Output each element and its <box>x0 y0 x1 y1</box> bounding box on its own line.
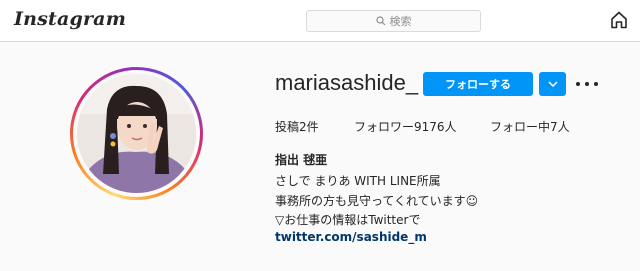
top-navigation-bar: Instagram 検索 <box>0 0 640 42</box>
suggested-accounts-dropdown-button[interactable] <box>539 72 566 96</box>
search-icon <box>375 16 385 26</box>
avatar-story-ring[interactable] <box>70 67 203 200</box>
posts-count: 投稿2件 <box>275 120 319 134</box>
home-icon[interactable] <box>609 10 629 30</box>
more-dot <box>594 82 598 86</box>
instagram-logo[interactable]: Instagram <box>14 8 126 30</box>
following-count[interactable]: フォロー中7人 <box>490 118 570 135</box>
search-input[interactable]: 検索 <box>306 10 481 32</box>
search-placeholder: 検索 <box>389 15 412 28</box>
bio-line: さしで まりあ WITH LINE所属 <box>275 174 441 188</box>
bio-external-link[interactable]: twitter.com/sashide_m <box>275 230 427 244</box>
more-dot <box>576 82 580 86</box>
bio-line: 事務所の方も見守ってくれています☺ <box>275 194 479 208</box>
chevron-down-icon <box>547 81 558 87</box>
bio-line: ▽お仕事の情報はTwitterで <box>275 213 421 227</box>
follow-button[interactable]: フォローする <box>423 72 533 96</box>
avatar-photo <box>77 74 196 193</box>
followers-count[interactable]: フォロワー9176人 <box>354 118 457 135</box>
more-options-icon[interactable] <box>576 76 598 92</box>
profile-username: mariasashide_ <box>275 70 419 95</box>
bio-full-name: 指出 毬亜 <box>275 153 328 167</box>
more-dot <box>585 82 589 86</box>
avatar[interactable] <box>77 74 196 193</box>
